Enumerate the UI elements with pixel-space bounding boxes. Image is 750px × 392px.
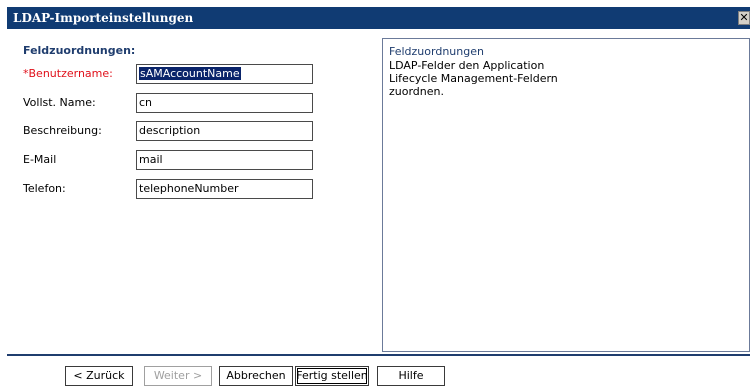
username-label: *Benutzername: bbox=[23, 67, 113, 80]
description-input[interactable]: description bbox=[136, 121, 313, 141]
description-value: description bbox=[139, 124, 201, 137]
close-icon[interactable]: ✕ bbox=[738, 11, 750, 25]
help-panel: Feldzuordnungen LDAP-Felder den Applicat… bbox=[382, 38, 750, 352]
description-label: Beschreibung: bbox=[23, 124, 102, 137]
username-value: sAMAccountName bbox=[139, 67, 241, 80]
back-button[interactable]: < Zurück bbox=[65, 366, 133, 386]
button-bar: < Zurück Weiter > Abbrechen Fertig stell… bbox=[7, 356, 750, 392]
finish-button[interactable]: Fertig stellen bbox=[295, 366, 369, 386]
cancel-button[interactable]: Abbrechen bbox=[219, 366, 293, 386]
full-name-input[interactable]: cn bbox=[136, 93, 313, 113]
help-text: LDAP-Felder den Application Lifecycle Ma… bbox=[389, 59, 558, 98]
phone-value: telephoneNumber bbox=[139, 182, 239, 195]
dialog-title: LDAP-Importeinstellungen bbox=[13, 11, 194, 25]
section-title: Feldzuordnungen: bbox=[23, 44, 136, 57]
ldap-import-settings-dialog: LDAP-Importeinstellungen ✕ Feldzuordnung… bbox=[0, 0, 750, 392]
phone-label: Telefon: bbox=[23, 182, 66, 195]
help-button[interactable]: Hilfe bbox=[377, 366, 445, 386]
email-input[interactable]: mail bbox=[136, 150, 313, 170]
full-name-label: Vollst. Name: bbox=[23, 96, 96, 109]
help-title: Feldzuordnungen bbox=[389, 45, 484, 58]
username-input[interactable]: sAMAccountName bbox=[136, 64, 313, 84]
full-name-value: cn bbox=[139, 96, 153, 109]
dialog-content: Feldzuordnungen: *Benutzername: sAMAccou… bbox=[7, 29, 750, 354]
title-bar[interactable]: LDAP-Importeinstellungen ✕ bbox=[7, 7, 750, 29]
phone-input[interactable]: telephoneNumber bbox=[136, 179, 313, 199]
email-label: E-Mail bbox=[23, 153, 57, 166]
email-value: mail bbox=[139, 153, 163, 166]
next-button[interactable]: Weiter > bbox=[144, 366, 212, 386]
